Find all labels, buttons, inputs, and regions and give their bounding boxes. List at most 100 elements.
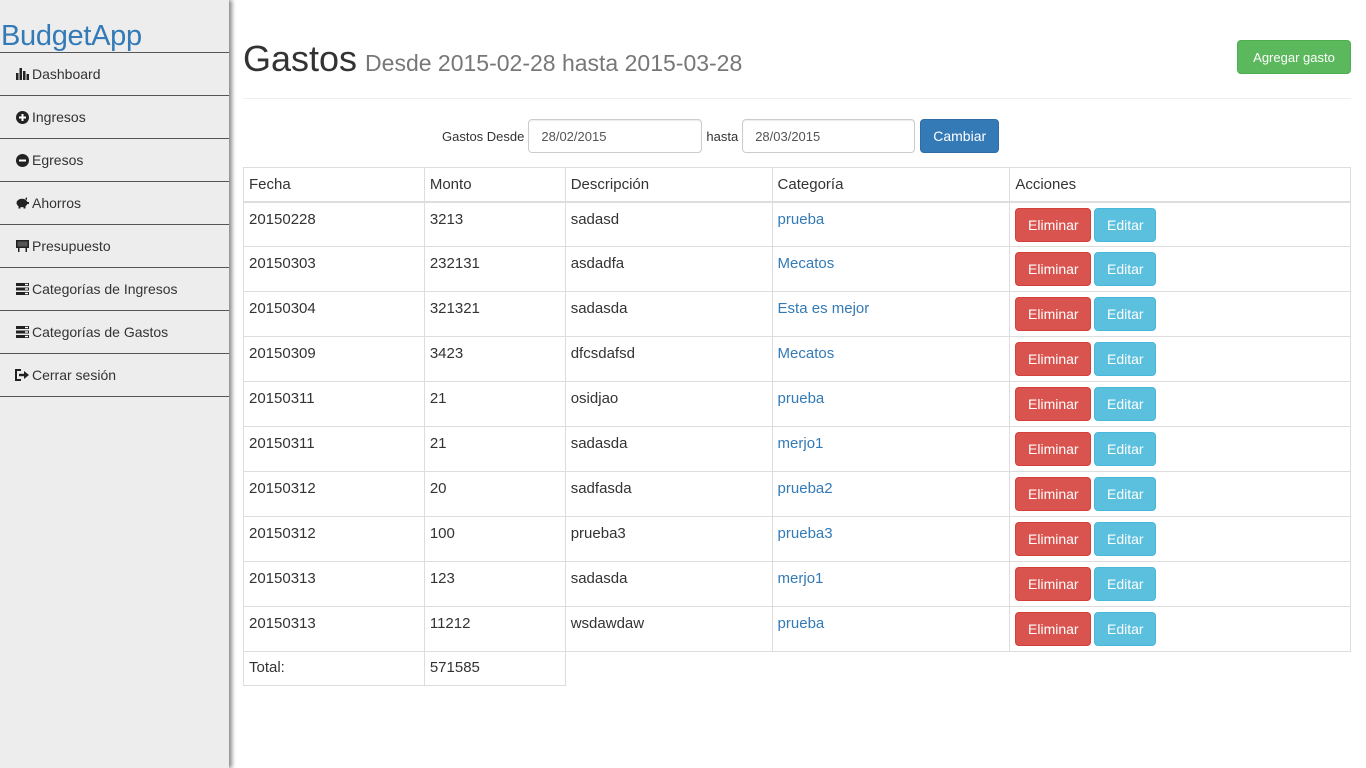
sidebar-item-categorias-ingresos[interactable]: Categorías de Ingresos — [0, 268, 229, 311]
cell-fecha: 20150312 — [243, 471, 425, 517]
column-header-fecha: Fecha — [243, 167, 425, 203]
table-row: 20150312 20 sadfasda prueba2 Eliminar Editar — [243, 471, 1351, 517]
sidebar: BudgetApp Dashboard Ingresos Egresos Aho… — [0, 0, 229, 768]
minus-circle-icon — [15, 153, 29, 167]
cell-fecha: 20150311 — [243, 426, 425, 472]
tasks-list-icon — [15, 325, 29, 339]
delete-button[interactable]: Eliminar — [1015, 342, 1092, 376]
change-button[interactable]: Cambiar — [920, 119, 1000, 153]
edit-button[interactable]: Editar — [1094, 612, 1157, 646]
edit-button[interactable]: Editar — [1094, 342, 1157, 376]
sidebar-item-cerrar-sesion[interactable]: Cerrar sesión — [0, 354, 229, 397]
expenses-table: Fecha Monto Descripción Categoría Accion… — [243, 167, 1351, 686]
column-header-acciones: Acciones — [1009, 167, 1351, 203]
cell-categoria[interactable]: prueba3 — [771, 516, 1011, 562]
total-empty-cell — [772, 652, 1010, 686]
cell-monto: 21 — [423, 426, 566, 472]
add-expense-button[interactable]: Agregar gasto — [1237, 40, 1351, 74]
from-date-input[interactable] — [528, 119, 703, 153]
sidebar-item-label: Categorías de Gastos — [32, 324, 169, 340]
sidebar-item-egresos[interactable]: Egresos — [0, 139, 229, 182]
table-row: 20150309 3423 dfcsdafsd Mecatos Eliminar Edit… — [243, 336, 1351, 382]
delete-button[interactable]: Eliminar — [1015, 297, 1092, 331]
cell-acciones: Eliminar Editar — [1009, 471, 1351, 517]
cell-categoria[interactable]: prueba — [771, 606, 1011, 652]
sidebar-item-label: Cerrar sesión — [32, 367, 117, 383]
plus-circle-icon — [15, 110, 29, 124]
cell-categoria[interactable]: merjo1 — [771, 561, 1011, 607]
edit-button[interactable]: Editar — [1094, 567, 1157, 601]
cell-fecha: 20150313 — [243, 606, 425, 652]
edit-button[interactable]: Editar — [1094, 477, 1157, 511]
edit-button[interactable]: Editar — [1094, 432, 1157, 466]
cell-acciones: Eliminar Editar — [1009, 246, 1351, 292]
brand-link[interactable]: BudgetApp — [0, 0, 229, 53]
table-header-row: Fecha Monto Descripción Categoría Accion… — [243, 167, 1351, 203]
page-title: Gastos Desde 2015-02-28 hasta 2015-03-28 — [243, 37, 742, 85]
cell-acciones: Eliminar Editar — [1009, 516, 1351, 562]
cell-categoria[interactable]: merjo1 — [771, 426, 1011, 472]
delete-button[interactable]: Eliminar — [1015, 522, 1092, 556]
cell-fecha: 20150304 — [243, 291, 425, 337]
sidebar-item-label: Ahorros — [32, 195, 82, 211]
delete-button[interactable]: Eliminar — [1015, 432, 1092, 466]
to-date-input[interactable] — [742, 119, 916, 153]
cell-descripcion: sadfasda — [564, 471, 773, 517]
piggy-bank-icon — [15, 196, 29, 210]
sidebar-item-ahorros[interactable]: Ahorros — [0, 182, 229, 225]
cell-monto: 20 — [423, 471, 566, 517]
sidebar-item-label: Dashboard — [32, 66, 101, 82]
cell-monto: 123 — [423, 561, 566, 607]
blackboard-icon — [15, 239, 29, 253]
sidebar-item-presupuesto[interactable]: Presupuesto — [0, 225, 229, 268]
total-empty-cell — [565, 652, 772, 686]
cell-categoria[interactable]: prueba — [771, 381, 1011, 427]
table-row: 20150312 100 prueba3 prueba3 Eliminar Editar — [243, 516, 1351, 562]
cell-categoria[interactable]: prueba2 — [771, 471, 1011, 517]
table-row: 20150311 21 osidjao prueba Eliminar Editar — [243, 381, 1351, 427]
delete-button[interactable]: Eliminar — [1015, 207, 1092, 242]
edit-button[interactable]: Editar — [1094, 207, 1157, 242]
cell-fecha: 20150309 — [243, 336, 425, 382]
total-row: Total: 571585 — [243, 651, 1351, 686]
cell-categoria[interactable]: Esta es mejor — [771, 291, 1011, 337]
cell-acciones: Eliminar Editar — [1009, 381, 1351, 427]
delete-button[interactable]: Eliminar — [1015, 567, 1092, 601]
bar-chart-icon — [15, 67, 29, 81]
table-row: 20150303 232131 asdadfa Mecatos Eliminar Edit… — [243, 246, 1351, 292]
cell-fecha: 20150313 — [243, 561, 425, 607]
sidebar-item-dashboard[interactable]: Dashboard — [0, 53, 229, 96]
cell-acciones: Eliminar Editar — [1009, 291, 1351, 337]
edit-button[interactable]: Editar — [1094, 252, 1157, 286]
delete-button[interactable]: Eliminar — [1015, 477, 1092, 511]
edit-button[interactable]: Editar — [1094, 522, 1157, 556]
delete-button[interactable]: Eliminar — [1015, 387, 1092, 421]
table-row: 20150228 3213 sadasd prueba Eliminar Editar — [243, 201, 1351, 247]
cell-descripcion: asdadfa — [564, 246, 773, 292]
tasks-list-icon — [15, 282, 29, 296]
cell-fecha: 20150228 — [243, 201, 425, 247]
edit-button[interactable]: Editar — [1094, 387, 1157, 421]
cell-categoria[interactable]: Mecatos — [771, 336, 1011, 382]
cell-descripcion: prueba3 — [564, 516, 773, 562]
column-header-descripcion: Descripción — [564, 167, 773, 203]
edit-button[interactable]: Editar — [1094, 297, 1157, 331]
cell-monto: 3423 — [423, 336, 566, 382]
sidebar-item-label: Egresos — [32, 152, 84, 168]
table-body: 20150228 3213 sadasd prueba Eliminar Editar 20… — [243, 201, 1351, 686]
cell-descripcion: wsdawdaw — [564, 606, 773, 652]
page-header: Gastos Desde 2015-02-28 hasta 2015-03-28 — [243, 37, 1351, 99]
delete-button[interactable]: Eliminar — [1015, 612, 1092, 646]
cell-categoria[interactable]: Mecatos — [771, 246, 1011, 292]
cell-descripcion: dfcsdafsd — [564, 336, 773, 382]
cell-categoria[interactable]: prueba — [771, 201, 1011, 247]
table-row: 20150311 21 sadasda merjo1 Eliminar Editar — [243, 426, 1351, 472]
sidebar-item-ingresos[interactable]: Ingresos — [0, 96, 229, 139]
delete-button[interactable]: Eliminar — [1015, 252, 1092, 286]
cell-descripcion: sadasda — [564, 561, 773, 607]
total-value: 571585 — [423, 651, 566, 686]
sidebar-item-categorias-gastos[interactable]: Categorías de Gastos — [0, 311, 229, 354]
main-content: Gastos Desde 2015-02-28 hasta 2015-03-28 … — [229, 0, 1366, 768]
total-label: Total: — [243, 651, 425, 686]
table-row: 20150313 123 sadasda merjo1 Eliminar Editar — [243, 561, 1351, 607]
